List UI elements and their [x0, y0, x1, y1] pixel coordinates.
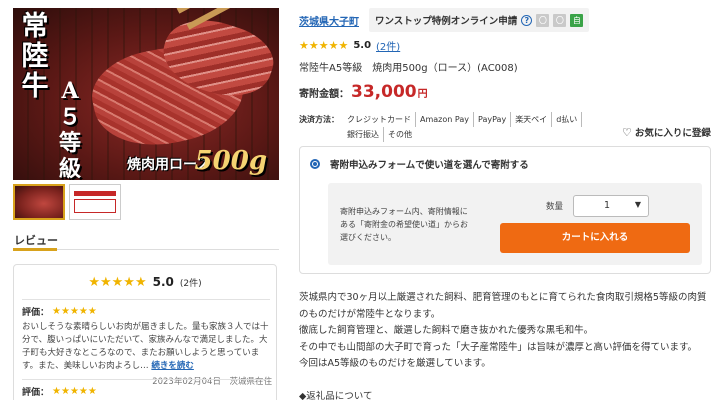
left-column: 常 陸 牛 A ５ 等 級 焼肉用ロース 500g レビュー ★★★★★ 5.0…: [0, 0, 290, 400]
review-body: おいしそうな素晴らしいお肉が届きました。量も家族３人では十分で、腹いっぱいにいた…: [22, 322, 269, 371]
review-item: 評価： ★★★★★ おいしそうな素晴らしいお肉が届きました。量も家族３人では十分…: [22, 305, 272, 387]
hero-weight: 500g: [194, 146, 267, 176]
hero-grade-text: A ５ 等 級: [58, 78, 81, 180]
usage-description: 寄附申込みフォーム内、寄附情報にある「寄附金の希望使い道」からお選びください。: [340, 207, 468, 242]
heart-icon: ♡: [622, 125, 632, 139]
review-rating-label: 評価：: [22, 388, 50, 398]
tab-reviews[interactable]: レビュー: [14, 232, 58, 248]
review-box: ★★★★★ 5.0 (2件) 評価： ★★★★★ おいしそうな素晴らしいお肉が届…: [13, 264, 277, 400]
star-rating-icon: ★★★★★: [88, 274, 147, 290]
onestop-application-badge[interactable]: ワンストップ特例オンライン申請 ? 〇 〇 自: [369, 8, 590, 32]
quantity-select[interactable]: 1 ▼: [573, 195, 650, 217]
payment-method-list: クレジットカード Amazon Pay PayPay 楽天ペイ d払い 銀行振込…: [343, 112, 609, 142]
purchase-inner-box: 寄附申込みフォーム内、寄附情報にある「寄附金の希望使い道」からお選びください。 …: [328, 183, 702, 265]
thumbnail-2[interactable]: [69, 184, 121, 220]
review-summary: ★★★★★ 5.0 (2件): [14, 265, 276, 299]
header-row: 茨城県大子町 ワンストップ特例オンライン申請 ? 〇 〇 自: [299, 8, 590, 32]
return-gift-heading: ◆返礼品について: [299, 391, 373, 400]
payment-method: PayPay: [474, 112, 512, 127]
product-rating: ★★★★★ 5.0 (2件): [299, 38, 400, 53]
radio-selected-icon[interactable]: [310, 159, 320, 169]
review-summary-count: (2件): [179, 278, 202, 289]
payment-method: 銀行振込: [343, 127, 384, 142]
thumbnail-flyer-box: [74, 199, 116, 213]
payment-method: その他: [388, 130, 412, 139]
price-row: 寄附金額： 33,000 円: [299, 82, 428, 102]
onestop-label: ワンストップ特例オンライン申請: [375, 16, 518, 27]
review-summary-score: 5.0: [152, 275, 174, 289]
price-unit: 円: [417, 89, 428, 100]
thumbnail-flyer-banner: [74, 191, 116, 196]
thumbnail-strip: [13, 184, 121, 220]
quantity-value: 1: [604, 200, 611, 211]
quantity-label: 数量: [546, 202, 564, 212]
description-line: 徹底した飼育管理と、厳選した飼料で磨き抜かれた優秀な黒毛和牛。: [299, 325, 594, 336]
description-line: その中でも山間部の大子町で育った「大子産常陸牛」は旨味が濃厚と高い評価を得ていま…: [299, 341, 698, 353]
product-title: 常陸牛A5等級 焼肉用500g（ロース）(AC008): [299, 63, 518, 74]
description-line: 今回はA5等級のものだけを厳選しています。: [299, 358, 491, 369]
favorite-label: お気に入りに登録: [634, 128, 711, 139]
chevron-down-icon: ▼: [634, 200, 642, 209]
tag-icon: 自: [570, 13, 584, 27]
price-value: 33,000: [351, 82, 417, 102]
payment-label: 決済方法：: [299, 115, 339, 124]
payment-method: d払い: [552, 112, 583, 127]
star-rating-icon: ★★★★★: [299, 39, 349, 52]
town-link[interactable]: 茨城県大子町: [299, 13, 359, 28]
tag-icon: 〇: [536, 13, 550, 27]
payment-method: Amazon Pay: [416, 112, 474, 127]
product-description: 茨城県内で30ヶ月以上厳選された飼料、肥育管理のもとに育てられた食肉取引規格5等…: [299, 290, 711, 373]
price-label: 寄附金額：: [299, 89, 349, 100]
info-icon[interactable]: ?: [521, 14, 533, 26]
rating-count-link[interactable]: (2件): [376, 38, 400, 53]
description-line: 茨城県内で30ヶ月以上厳選された飼料、肥育管理のもとに育てられた食肉取引規格5等…: [299, 292, 707, 320]
review-divider: [22, 299, 270, 300]
donation-option[interactable]: 寄附申込みフォームで使い道を選んで寄附する: [310, 157, 529, 171]
payment-methods: 決済方法： クレジットカード Amazon Pay PayPay 楽天ペイ d払…: [299, 112, 609, 142]
product-main-image[interactable]: 常 陸 牛 A ５ 等 級 焼肉用ロース 500g: [13, 8, 279, 180]
payment-method: 楽天ペイ: [511, 112, 553, 127]
read-more-link[interactable]: 続きを読む: [151, 361, 194, 371]
donation-option-label: 寄附申込みフォームで使い道を選んで寄附する: [330, 160, 529, 171]
purchase-panel: 寄附申込みフォームで使い道を選んで寄附する 寄附申込みフォーム内、寄附情報にある…: [299, 146, 711, 274]
hero-vertical-title: 常 陸 牛: [21, 11, 49, 102]
tag-icon: 〇: [553, 13, 567, 27]
review-rating-label: 評価：: [22, 308, 50, 318]
quantity-row: 数量 1 ▼: [546, 195, 650, 217]
payment-method: クレジットカード: [343, 112, 416, 127]
favorite-button[interactable]: ♡ お気に入りに登録: [622, 125, 711, 140]
add-to-cart-button[interactable]: カートに入れる: [500, 223, 690, 253]
review-divider: [22, 379, 270, 380]
rating-score: 5.0: [353, 40, 372, 51]
review-item: 評価： ★★★★★: [22, 385, 272, 398]
thumbnail-1[interactable]: [13, 184, 65, 220]
star-rating-icon: ★★★★★: [52, 306, 97, 317]
tab-active-indicator: [13, 248, 57, 251]
star-rating-icon: ★★★★★: [52, 386, 97, 397]
